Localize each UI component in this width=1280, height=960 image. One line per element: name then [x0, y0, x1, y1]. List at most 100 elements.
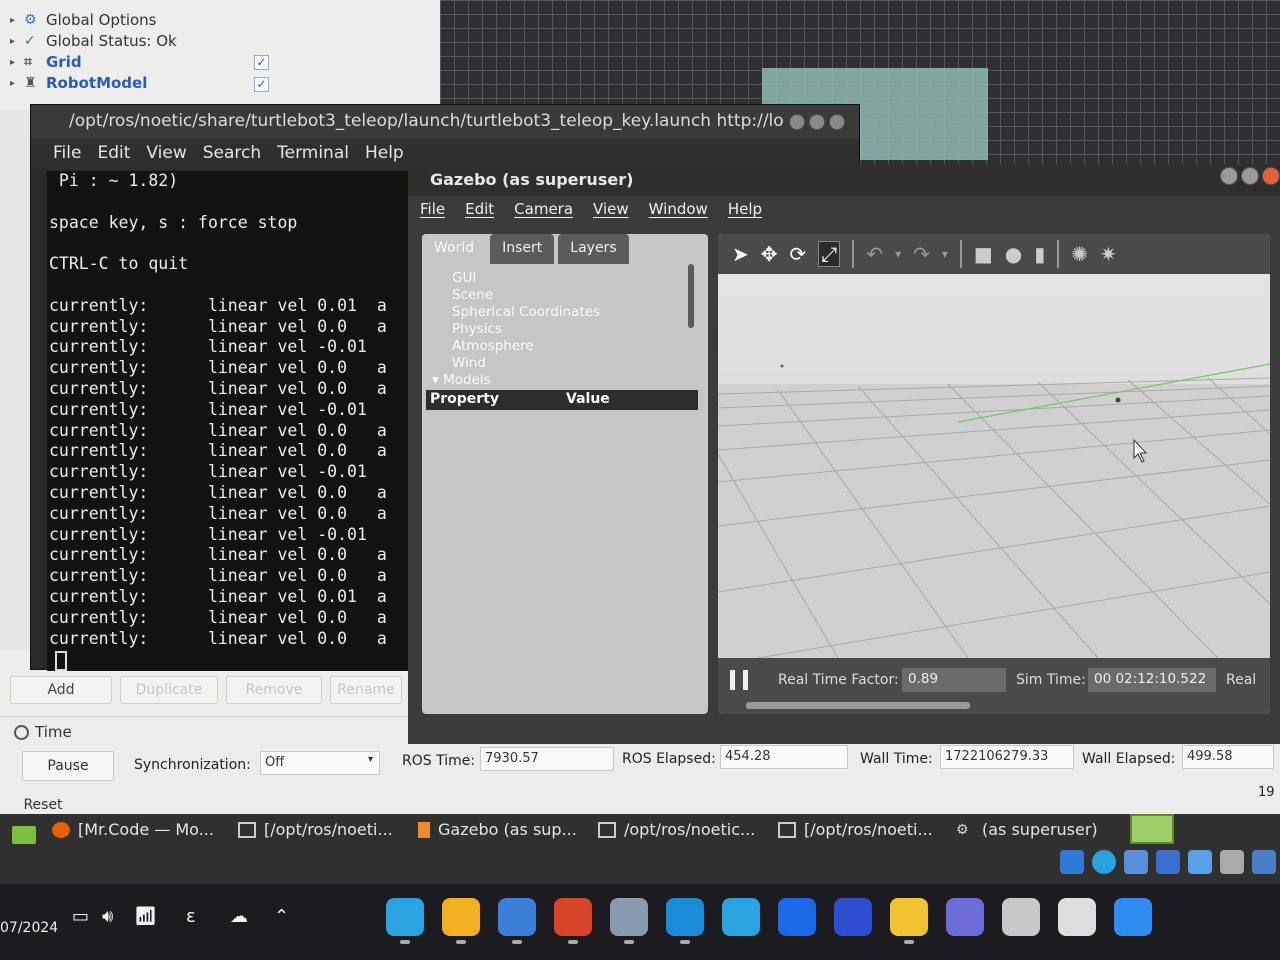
taskbar-item-firefox[interactable]: [Mr.Code — Mo... [52, 820, 214, 839]
windows-icon[interactable] [1114, 898, 1152, 936]
cylinder-shape-icon[interactable]: ▮ [1034, 242, 1045, 266]
tree-item-scene[interactable]: Scene [452, 287, 493, 303]
tree-scrollbar[interactable] [688, 264, 694, 328]
ros-time-field[interactable]: 7930.57 [480, 747, 614, 771]
taskbar-item-terminal-3[interactable]: [/opt/ros/noeti... [778, 820, 933, 839]
tray-app-icon[interactable] [1060, 850, 1084, 874]
gz-menu-window[interactable]: Window [649, 200, 708, 222]
dropbox-icon[interactable] [778, 898, 816, 936]
display-item-global-options[interactable]: ▸ ⚙ Global Options [10, 10, 157, 30]
tree-item-models[interactable]: ▾ Models [432, 372, 491, 388]
show-desktop-icon[interactable] [12, 826, 36, 844]
gazebo-titlebar[interactable]: Gazebo (as superuser) [408, 164, 1280, 196]
taskbar-item-terminal-2[interactable]: /opt/ros/noetic... [598, 820, 755, 839]
rename-button[interactable]: Rename [330, 676, 402, 704]
minimize-icon[interactable] [1220, 167, 1238, 185]
battery-icon[interactable]: ▭ [72, 906, 89, 927]
chevron-down-icon[interactable]: ▾ [895, 247, 901, 261]
powerpoint-icon[interactable] [554, 898, 592, 936]
gz-menu-edit[interactable]: Edit [465, 200, 494, 222]
taskbar-item-rviz[interactable]: ⚙ (as superuser) [956, 820, 1098, 839]
wall-elapsed-field[interactable]: 499.58 [1182, 745, 1274, 769]
tray-app-icon[interactable] [1188, 850, 1212, 874]
terminal-titlebar[interactable]: /opt/ros/noetic/share/turtlebot3_teleop/… [31, 105, 859, 139]
gz-menu-view[interactable]: View [593, 200, 629, 222]
3d-viewer-icon[interactable] [498, 898, 536, 936]
pause-button[interactable]: Pause [22, 751, 114, 781]
menu-search[interactable]: Search [203, 143, 261, 165]
taskbar-item-gazebo[interactable]: Gazebo (as sup... [418, 820, 577, 839]
box-shape-icon[interactable]: ■ [974, 242, 993, 266]
tray-app-icon[interactable] [1092, 850, 1116, 874]
tab-layers[interactable]: Layers [558, 234, 629, 264]
search-icon[interactable] [1058, 898, 1096, 936]
display-item-grid[interactable]: ▸ ⌗ Grid [10, 52, 82, 72]
gz-menu-camera[interactable]: Camera [514, 200, 573, 222]
close-icon[interactable] [1262, 167, 1280, 185]
add-button[interactable]: Add [10, 676, 112, 704]
tab-world[interactable]: World [422, 234, 487, 264]
wondershare-icon[interactable] [834, 898, 872, 936]
robotmodel-enabled-checkbox[interactable]: ✓ [254, 77, 269, 92]
wall-time-field[interactable]: 1722106279.33 [940, 745, 1074, 769]
menu-file[interactable]: File [53, 143, 81, 165]
pause-icon[interactable] [730, 670, 748, 690]
sync-select[interactable]: Off ▾ [260, 751, 380, 775]
chevron-down-icon[interactable]: ▾ [942, 247, 948, 261]
expand-arrow-icon[interactable]: ▸ [10, 57, 24, 68]
copy-icon[interactable] [1002, 898, 1040, 936]
expand-arrow-icon[interactable]: ▸ [10, 15, 24, 26]
menu-help[interactable]: Help [365, 143, 404, 165]
scale-icon[interactable]: ⤢ [818, 241, 841, 267]
cloud-error-icon[interactable]: ☁ [230, 906, 248, 927]
redo-icon[interactable]: ↷ [913, 242, 930, 266]
remove-button[interactable]: Remove [226, 676, 322, 704]
point-light-icon[interactable]: ✺ [1071, 242, 1088, 266]
ros-elapsed-field[interactable]: 454.28 [720, 745, 848, 769]
spot-light-icon[interactable]: ✷ [1100, 242, 1117, 266]
tray-app-icon[interactable] [1124, 850, 1148, 874]
ime-icon[interactable]: ε [186, 906, 196, 927]
tree-item-atmosphere[interactable]: Atmosphere [452, 338, 534, 354]
translate-icon[interactable]: ✥ [761, 242, 778, 266]
telegram-icon[interactable] [386, 898, 424, 936]
telegram-icon[interactable] [722, 898, 760, 936]
expand-arrow-icon[interactable]: ▸ [10, 78, 24, 89]
rotate-icon[interactable]: ⟳ [790, 242, 807, 266]
menu-terminal[interactable]: Terminal [277, 143, 349, 165]
volume-icon[interactable]: 🔊︎ [102, 906, 113, 927]
settings-icon[interactable] [610, 898, 648, 936]
taskbar-item-terminal-1[interactable]: [/opt/ros/noeti... [238, 820, 393, 839]
menu-edit[interactable]: Edit [97, 143, 130, 165]
tray-app-icon[interactable] [1156, 850, 1180, 874]
chat-icon[interactable] [946, 898, 984, 936]
display-item-robotmodel[interactable]: ▸ ♜ RobotModel [10, 73, 147, 93]
tab-insert[interactable]: Insert [490, 234, 555, 264]
file-explorer-icon[interactable] [890, 898, 928, 936]
gazebo-scene-canvas[interactable] [718, 274, 1270, 658]
maximize-icon[interactable] [809, 114, 825, 130]
chevron-up-icon[interactable]: ⌃ [274, 906, 289, 927]
workspace-switcher[interactable] [1130, 814, 1174, 844]
gz-menu-file[interactable]: File [420, 200, 445, 222]
tree-item-spherical-coordinates[interactable]: Spherical Coordinates [452, 304, 600, 320]
menu-view[interactable]: View [146, 143, 186, 165]
display-item-global-status[interactable]: ▸ ✓ Global Status: Ok [10, 31, 177, 51]
undo-icon[interactable]: ↶ [866, 242, 883, 266]
gz-menu-help[interactable]: Help [728, 200, 762, 222]
edge-icon[interactable] [666, 898, 704, 936]
close-icon[interactable] [829, 114, 845, 130]
tree-item-wind[interactable]: Wind [452, 355, 486, 371]
expand-down-icon[interactable]: ▾ [432, 372, 443, 388]
terminal-output[interactable]: Pi : ~ 1.82) space key, s : force stop CTR… [47, 171, 447, 671]
status-scrollbar[interactable] [746, 702, 970, 709]
tree-item-gui[interactable]: GUI [452, 270, 476, 286]
expand-arrow-icon[interactable]: ▸ [10, 36, 24, 47]
maximize-icon[interactable] [1241, 167, 1259, 185]
slides-icon[interactable] [442, 898, 480, 936]
tree-item-physics[interactable]: Physics [452, 321, 502, 337]
select-arrow-icon[interactable]: ➤ [732, 242, 749, 266]
wifi-icon[interactable]: 📶︎ [134, 906, 157, 927]
minimize-icon[interactable] [789, 114, 805, 130]
duplicate-button[interactable]: Duplicate [120, 676, 218, 704]
